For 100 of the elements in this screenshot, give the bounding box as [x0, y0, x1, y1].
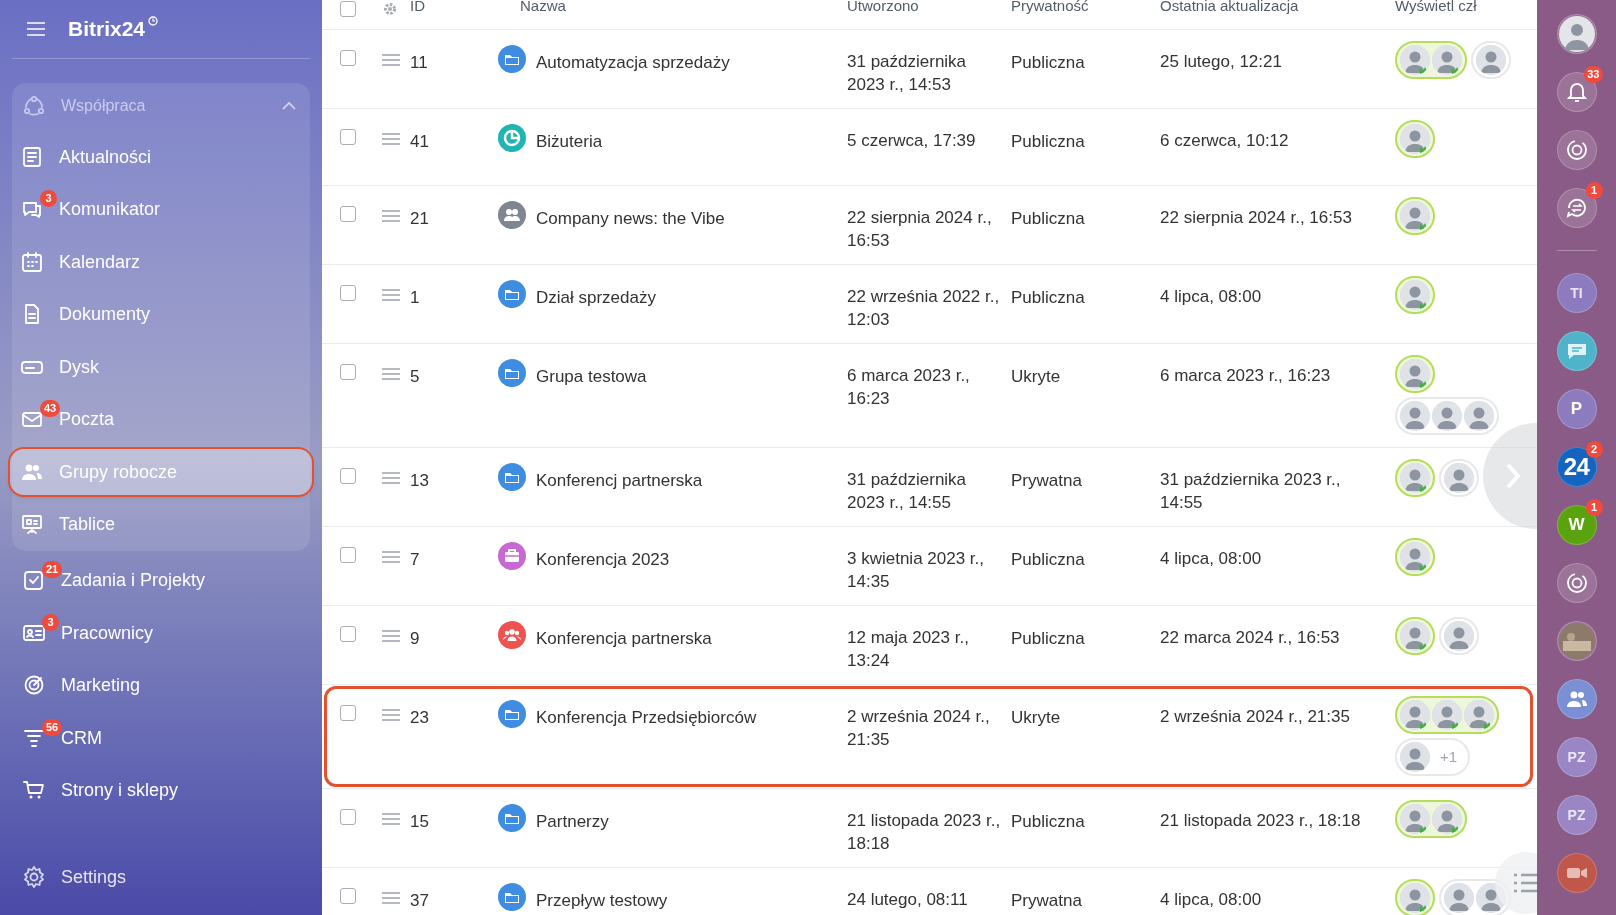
table-cell: 21	[410, 209, 429, 228]
item-label: Strony i sklepy	[61, 781, 179, 799]
group-name-link[interactable]: Company news: the Vibe	[536, 199, 725, 232]
checkbox[interactable]	[340, 285, 356, 301]
target-icon	[22, 673, 46, 697]
table-cell: 22 marca 2024 r., 16:53	[1160, 628, 1340, 647]
folder-icon	[498, 883, 526, 911]
group-name-link[interactable]: Partnerzy	[536, 802, 609, 835]
sidebar-item[interactable]: Marketing	[12, 662, 310, 708]
table-cell: 22 sierpnia 2024 r., 16:53	[1160, 208, 1352, 227]
menu-button[interactable]	[24, 19, 48, 39]
folder-icon	[498, 359, 526, 387]
table-cell: 6 marca 2023 r., 16:23	[847, 366, 970, 408]
member-pill[interactable]	[1395, 459, 1435, 497]
chevron-right-icon	[1505, 463, 1521, 489]
checkbox[interactable]	[340, 364, 356, 380]
group-name-link[interactable]: Konferencj partnerska	[536, 461, 703, 494]
checkbox[interactable]	[340, 705, 356, 721]
chat-arrows-icon	[1564, 196, 1589, 220]
network-icon	[22, 94, 46, 118]
member-pill[interactable]	[1395, 538, 1435, 576]
checkbox[interactable]	[340, 468, 356, 484]
table-cell: 23	[410, 708, 429, 727]
member-pill[interactable]	[1439, 617, 1479, 655]
member-pill[interactable]	[1395, 197, 1435, 235]
table-cell: Publiczna	[1011, 629, 1085, 648]
member-pill[interactable]	[1395, 355, 1435, 393]
checkbox[interactable]	[340, 888, 356, 904]
column-header[interactable]: Wyświetl czł	[1395, 0, 1537, 17]
sidebar-item[interactable]: Aktualności	[10, 133, 312, 180]
member-pill[interactable]	[1395, 41, 1467, 79]
counter-badge: 56	[42, 718, 63, 736]
app-button[interactable]	[1556, 563, 1597, 603]
checkbox[interactable]	[340, 1, 356, 17]
app-button[interactable]	[1556, 621, 1597, 661]
table-cell: 9	[410, 629, 420, 648]
checkbox[interactable]	[340, 50, 356, 66]
group-name-link[interactable]: Konferencja 2023	[536, 540, 670, 573]
table-cell: 3 kwietnia 2023 r., 14:35	[847, 549, 985, 591]
user-avatar-button[interactable]	[1556, 14, 1597, 54]
member-pill[interactable]	[1395, 617, 1435, 655]
column-header[interactable]: Utworzono	[847, 0, 1011, 17]
member-pill[interactable]	[1395, 696, 1499, 734]
member-pill[interactable]	[1471, 41, 1511, 79]
member-pill[interactable]	[1395, 879, 1435, 915]
checkbox[interactable]	[340, 809, 356, 825]
member-pill[interactable]	[1395, 120, 1435, 158]
member-pill[interactable]	[1395, 397, 1499, 435]
app-button[interactable]	[1556, 331, 1597, 371]
column-header[interactable]: Ostatnia aktualizacja	[1160, 0, 1395, 17]
sidebar-item[interactable]: 3 Pracownicy	[12, 609, 310, 656]
checkbox[interactable]	[340, 206, 356, 222]
table-cell: Publiczna	[1011, 288, 1085, 307]
column-header[interactable]: ID	[410, 0, 496, 17]
checkbox-icon	[22, 568, 46, 592]
table-cell: 4 lipca, 08:00	[1160, 890, 1262, 909]
table-cell: 21 listopada 2023 r., 18:18	[847, 811, 1001, 853]
group-name-link[interactable]: Konferencja partnerska	[536, 619, 712, 652]
counter-badge: 3	[40, 190, 57, 207]
table-cell: 2 września 2024 r., 21:35	[847, 707, 990, 749]
app-button[interactable]	[1556, 72, 1597, 112]
member-pill[interactable]	[1395, 800, 1467, 838]
drag-handle-icon	[382, 368, 400, 380]
table-cell: 4 lipca, 08:00	[1160, 287, 1262, 306]
calendar-icon	[20, 249, 44, 274]
table-cell: 4 lipca, 08:00	[1160, 549, 1262, 568]
column-header[interactable]: Nazwa	[496, 0, 847, 17]
table-cell: 31 października 2023 r., 14:53	[847, 52, 967, 94]
app-button[interactable]	[1556, 679, 1597, 719]
group-name-link[interactable]: Dział sprzedaży	[536, 278, 656, 311]
app-button[interactable]: P	[1556, 389, 1597, 429]
table-cell: 6 marca 2023 r., 16:23	[1160, 366, 1331, 385]
group-name-link[interactable]: Biżuteria	[536, 122, 603, 155]
item-label: Dysk	[59, 357, 99, 376]
group-name-link[interactable]: Automatyzacja sprzedaży	[536, 43, 730, 76]
app-button[interactable]	[1556, 188, 1597, 228]
app-button[interactable]	[1556, 130, 1597, 170]
app-button[interactable]: TI	[1556, 273, 1597, 313]
group-name-link[interactable]: Przepływ testowy	[536, 881, 668, 914]
item-label: Dokumenty	[59, 305, 151, 323]
settings-icon	[382, 1, 398, 17]
app-button[interactable]	[1556, 853, 1597, 893]
table-cell: 31 października 2023 r., 14:55	[847, 470, 967, 512]
group-name-link[interactable]: Konferencja Przedsiębiorców	[536, 698, 757, 731]
column-header[interactable]: Prywatność	[1011, 0, 1160, 17]
table-cell: 5	[410, 367, 420, 386]
drag-handle-icon	[382, 551, 400, 563]
member-pill[interactable]	[1395, 276, 1435, 314]
settings-item[interactable]: Settings	[12, 857, 127, 897]
checkbox[interactable]	[340, 547, 356, 563]
drag-handle-icon	[382, 709, 400, 721]
sidebar-item[interactable]: Strony i sklepy	[12, 767, 310, 813]
group-name-link[interactable]: Grupa testowa	[536, 357, 647, 390]
counter-badge: 21	[42, 561, 63, 578]
table-cell: Ukryte	[1011, 708, 1061, 727]
checkbox[interactable]	[340, 626, 356, 642]
member-pill[interactable]	[1439, 459, 1479, 497]
checkbox[interactable]	[340, 129, 356, 145]
sidebar-item[interactable]: Kalendarz	[10, 238, 312, 285]
sidebar-item[interactable]: 3 Komunikator	[10, 186, 312, 232]
